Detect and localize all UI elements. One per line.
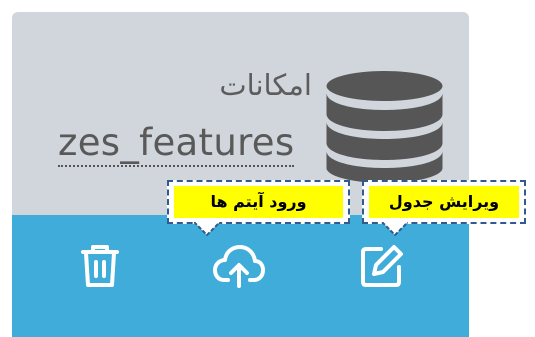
table-name[interactable]: zes_features [58, 121, 295, 167]
import-items-label: ورود آیتم ها [174, 186, 343, 218]
database-icon [326, 71, 443, 183]
table-title: امکانات [219, 68, 312, 102]
cloud-upload-icon[interactable] [213, 243, 265, 289]
tooltip-pointer [382, 222, 408, 236]
trash-icon[interactable] [77, 243, 123, 289]
edit-table-label: ویرایش جدول [369, 186, 519, 218]
edit-icon[interactable] [359, 243, 405, 289]
edit-table-tooltip: ویرایش جدول [362, 180, 526, 236]
tooltip-pointer [194, 222, 220, 236]
import-items-tooltip: ورود آیتم ها [167, 180, 350, 236]
